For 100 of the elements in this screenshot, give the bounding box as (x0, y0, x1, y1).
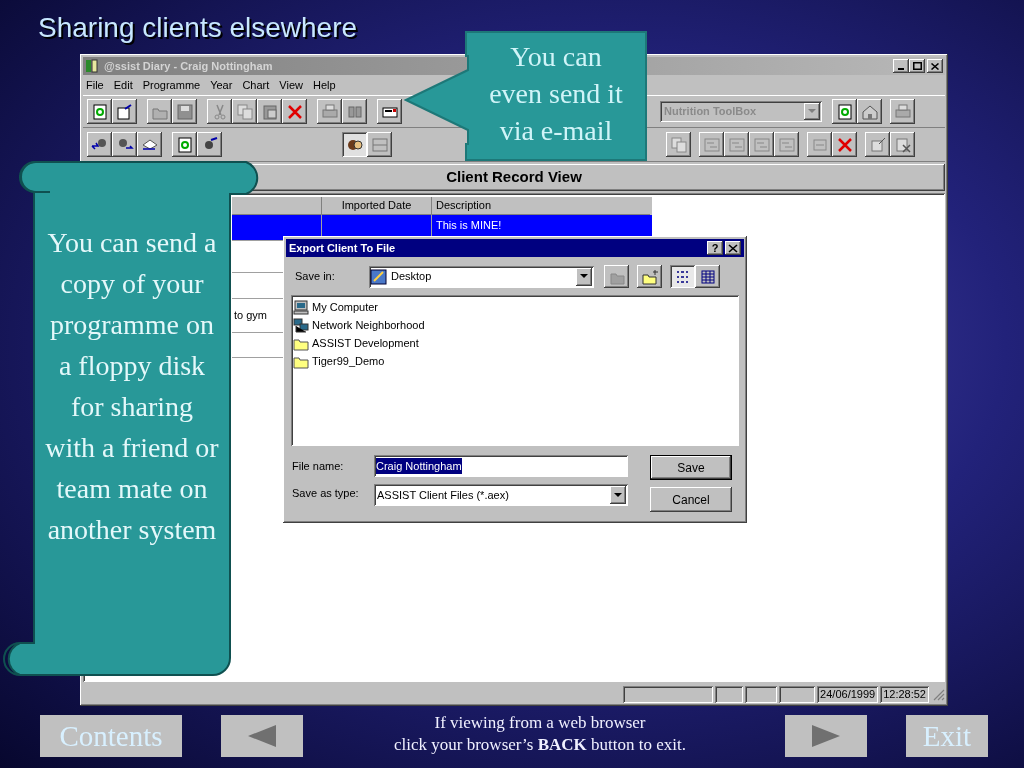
toolbar-button[interactable] (257, 99, 282, 124)
file-name-label: File name: (292, 459, 345, 474)
toolbar-button[interactable] (172, 132, 197, 157)
previous-button[interactable] (221, 715, 303, 757)
toolbar-button[interactable] (377, 99, 402, 124)
dialog-tool-button[interactable] (604, 265, 629, 288)
maximize-icon (912, 62, 922, 70)
cancel-button[interactable]: Cancel (650, 487, 732, 512)
toolbar-button[interactable] (207, 99, 232, 124)
status-text: 12:28:52 (880, 685, 929, 703)
computer-icon (293, 299, 309, 315)
page-arrow-icon (115, 102, 134, 121)
toolbar-button[interactable] (87, 99, 112, 124)
layout-icon (752, 135, 771, 154)
file-list-item[interactable]: My Computer (293, 298, 739, 316)
toolbar-button[interactable] (342, 132, 367, 157)
close-button[interactable] (927, 59, 943, 73)
dialog-tool-button[interactable] (637, 265, 662, 288)
desktop-icon (369, 268, 389, 285)
window-title: @ssist Diary - Craig Nottingham (104, 58, 273, 74)
menu-item[interactable]: Programme (142, 76, 201, 94)
toolbar-button[interactable] (147, 99, 172, 124)
next-icon (810, 724, 842, 748)
browser-note: If viewing from a web browser click your browser’s BACK button to exit. (393, 712, 687, 756)
refresh-page-icon (175, 135, 194, 154)
toolbar-button[interactable] (749, 132, 774, 157)
toolbar-button[interactable] (832, 132, 857, 157)
dialog-title: Export Client To File (289, 240, 396, 256)
save-button[interactable]: Save (650, 455, 732, 480)
maximize-button[interactable] (909, 59, 925, 73)
toolbar-button[interactable] (367, 132, 392, 157)
status-panel (779, 685, 816, 703)
refresh-page-icon (90, 102, 109, 121)
toolbar-button[interactable] (112, 99, 137, 124)
toolbar-button[interactable] (137, 132, 162, 157)
table-cell-text: to gym (234, 308, 267, 324)
dialog-tool-button[interactable] (695, 265, 720, 288)
dropdown-arrow-icon (808, 109, 816, 114)
toolbar-button[interactable] (282, 99, 307, 124)
save-in-dropdown[interactable]: Desktop (369, 265, 594, 288)
layout-icon (702, 135, 721, 154)
menu-item[interactable]: View (279, 76, 303, 94)
delete-icon (285, 102, 304, 121)
print-icon (893, 102, 912, 121)
toolbar-button[interactable] (342, 99, 367, 124)
help-button[interactable]: ? (707, 241, 723, 255)
file-type-dropdown[interactable]: ASSIST Client Files (*.aex) (374, 484, 628, 506)
app-icon (85, 59, 101, 73)
toolbar-button[interactable] (807, 132, 832, 157)
toolbar-button[interactable] (865, 132, 890, 157)
copy-icon (669, 135, 688, 154)
toolbar-button[interactable] (699, 132, 724, 157)
refresh-page-icon (835, 102, 854, 121)
save-in-label: Save in: (295, 269, 336, 285)
menu-item[interactable]: Chart (242, 76, 270, 94)
layout-icon (727, 135, 746, 154)
next-button[interactable] (785, 715, 867, 757)
network-icon (293, 317, 309, 333)
toolbar-button[interactable] (890, 99, 915, 124)
close-button[interactable] (725, 241, 741, 255)
menu-item[interactable]: Year (210, 76, 233, 94)
toolbar-button[interactable] (197, 132, 222, 157)
toolbar-button[interactable] (857, 99, 882, 124)
table-cell-text: This is MINE! (436, 218, 502, 233)
file-list-item[interactable]: Tiger99_Demo (293, 352, 739, 370)
toolbar-button[interactable] (890, 132, 915, 157)
close-icon (728, 243, 738, 253)
dialog-tool-button[interactable] (670, 265, 695, 288)
layout-icon (777, 135, 796, 154)
view-title: Client Record View (446, 167, 582, 188)
save-in-value: Desktop (391, 269, 433, 285)
menu-item[interactable]: Help (312, 76, 336, 94)
close-document-icon (893, 135, 912, 154)
delete-icon (835, 135, 854, 154)
file-list-item[interactable]: Network Neighborhood (293, 316, 739, 334)
file-name-field[interactable]: Craig Nottingham (374, 455, 628, 477)
file-list-item[interactable]: ASSIST Development (293, 334, 739, 352)
toolbar-button[interactable] (832, 99, 857, 124)
toolbar-button[interactable] (87, 132, 112, 157)
minimize-icon (898, 68, 904, 70)
paste-icon (260, 102, 279, 121)
toolbar-button[interactable] (172, 99, 197, 124)
callout-text: You can even send it via e-mail (488, 40, 624, 148)
toolbar-button[interactable] (232, 99, 257, 124)
toolbar-button[interactable] (724, 132, 749, 157)
toolbar-button[interactable] (112, 132, 137, 157)
close-icon (931, 62, 939, 70)
new-folder-icon (640, 267, 659, 286)
minimize-button[interactable] (893, 59, 909, 73)
size-grip-icon (931, 687, 945, 701)
edit-document-icon (868, 135, 887, 154)
menu-item[interactable]: File (86, 76, 104, 94)
dropdown-arrow-icon (614, 492, 622, 498)
print-icon (320, 102, 339, 121)
file-type-label: Save as type: (292, 486, 360, 501)
toolbar-button[interactable] (317, 99, 342, 124)
toolbar-button[interactable] (774, 132, 799, 157)
menu-item[interactable]: Edit (113, 76, 133, 94)
toolbar-button[interactable] (666, 132, 691, 157)
status-text: 24/06/1999 (817, 685, 879, 703)
